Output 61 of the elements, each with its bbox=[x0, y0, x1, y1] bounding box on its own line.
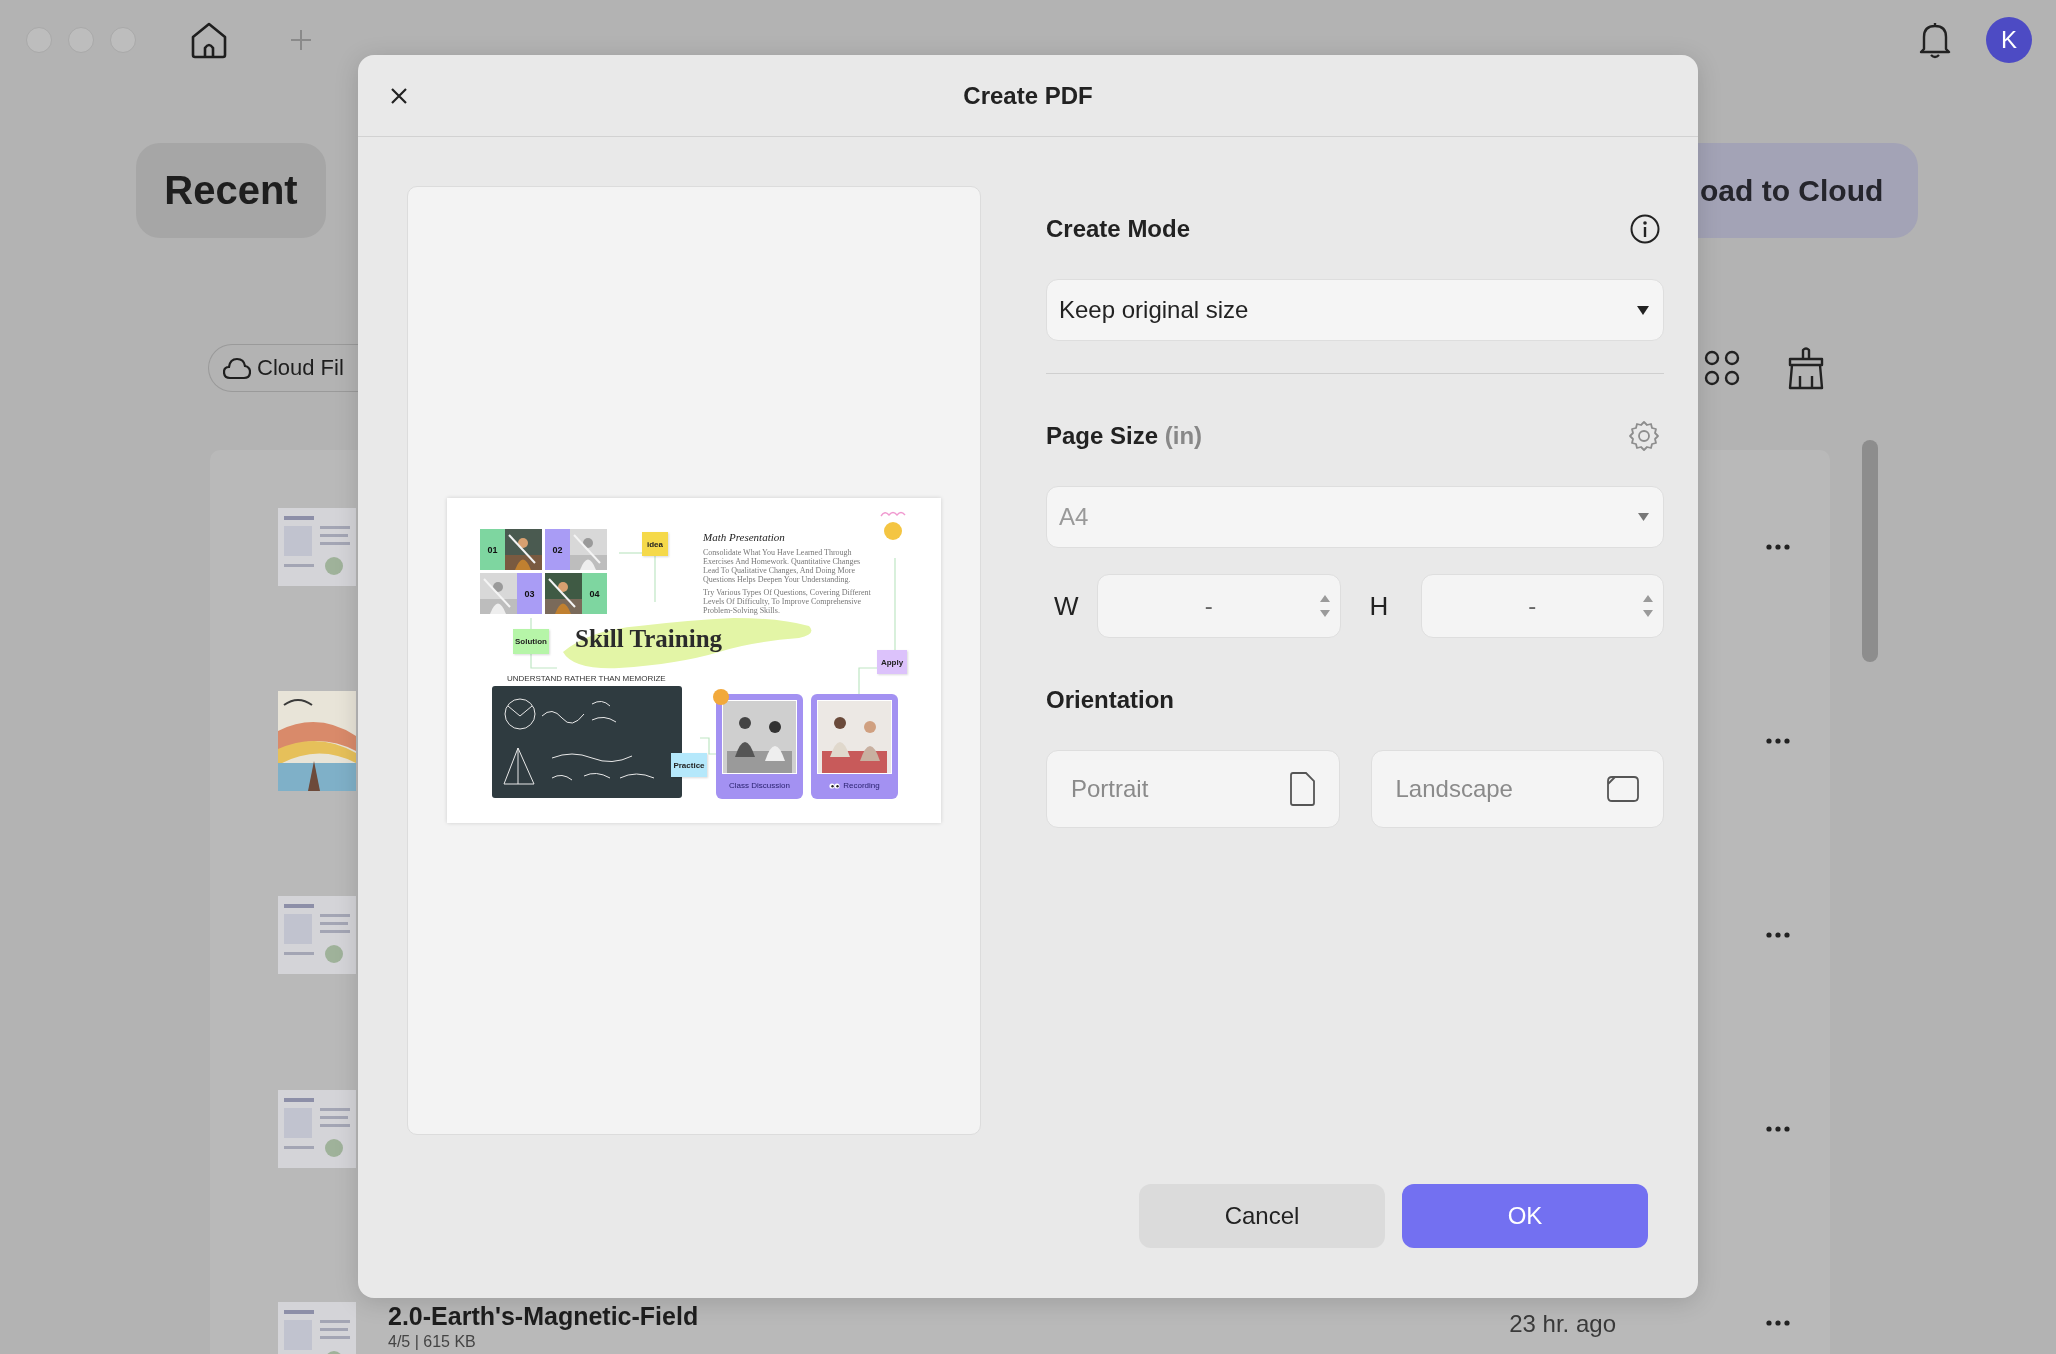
caret-icon bbox=[1637, 305, 1649, 315]
cloud-icon bbox=[223, 356, 251, 380]
slide-title: Math Presentation bbox=[703, 531, 785, 543]
landscape-page-icon bbox=[1607, 776, 1639, 802]
notification-bell-icon[interactable] bbox=[1918, 21, 1952, 59]
connector-line bbox=[699, 737, 717, 755]
more-icon[interactable] bbox=[1766, 544, 1790, 550]
more-icon[interactable] bbox=[1766, 932, 1790, 938]
slide-paragraph: Try Various Types Of Questions, Covering Different Levels Of Difficulty, To Improve Comprehensive Problem-Solving Skills. bbox=[703, 588, 872, 615]
orientation-option[interactable]: Landscape bbox=[1370, 750, 1664, 828]
create-mode-label: Create Mode bbox=[1046, 215, 1191, 243]
grid-view-icon[interactable] bbox=[1704, 350, 1740, 386]
connector-line bbox=[618, 552, 643, 554]
eyes-icon bbox=[829, 782, 841, 789]
scrollbar[interactable] bbox=[1862, 440, 1878, 662]
recent-tab[interactable]: Recent bbox=[136, 143, 326, 238]
sticky-note: Practice bbox=[671, 753, 707, 777]
card-caption: Class Discussion bbox=[729, 781, 790, 790]
create-mode-dropdown[interactable]: Keep original size bbox=[1046, 279, 1664, 341]
tile-number: 02 bbox=[545, 529, 570, 570]
stepper-icon[interactable] bbox=[1643, 594, 1653, 618]
sticker-icon bbox=[712, 688, 730, 706]
orientation-option[interactable]: Portrait bbox=[1046, 750, 1340, 828]
file-info: 4/5 | 615 KB bbox=[388, 1333, 477, 1351]
cancel-button[interactable]: Cancel bbox=[1139, 1184, 1385, 1248]
page-size-label: Page Size (in) bbox=[1046, 422, 1203, 450]
card-caption: Recording bbox=[843, 781, 880, 790]
sticky-note: Apply bbox=[877, 650, 907, 674]
height-field[interactable]: - bbox=[1420, 574, 1664, 638]
caret-icon bbox=[1638, 513, 1649, 521]
width-field[interactable]: - bbox=[1097, 574, 1341, 638]
portrait-page-icon bbox=[1288, 772, 1315, 806]
more-icon[interactable] bbox=[1766, 1320, 1790, 1326]
dialog-title: Create PDF bbox=[963, 81, 1093, 110]
close-icon[interactable] bbox=[390, 87, 408, 105]
connector-line bbox=[530, 617, 532, 630]
slide-subtitle: UNDERSTAND RATHER THAN MEMORIZE bbox=[507, 674, 666, 683]
connector-line bbox=[530, 653, 558, 669]
settings-icon[interactable] bbox=[1628, 420, 1660, 452]
tile-number: 04 bbox=[582, 573, 607, 614]
connector-line bbox=[654, 555, 656, 603]
info-icon[interactable] bbox=[1630, 214, 1660, 244]
file-time: 23 hr. ago bbox=[1509, 1310, 1616, 1338]
user-avatar[interactable]: K bbox=[1986, 17, 2032, 63]
width-label: W bbox=[1053, 590, 1080, 622]
slide-paragraph: Consolidate What You Have Learned Through Exercises And Homework. Quantitative Changes Lead To Qualitative Changes, And Doing More Questions Helps Deepen Your Understanding. bbox=[703, 548, 862, 584]
home-icon[interactable] bbox=[190, 21, 228, 59]
tile-number: 03 bbox=[517, 573, 542, 614]
more-icon[interactable] bbox=[1766, 738, 1790, 744]
orientation-label: Orientation bbox=[1046, 686, 1175, 714]
file-name: 2.0-Earth's-Magnetic-Field bbox=[388, 1302, 699, 1331]
slide-headline: Skill Training bbox=[575, 625, 723, 653]
sticky-note: Solution bbox=[513, 629, 549, 654]
tile-number: 01 bbox=[480, 529, 505, 570]
stepper-icon[interactable] bbox=[1319, 594, 1330, 618]
more-icon[interactable] bbox=[1766, 1126, 1790, 1132]
broom-icon[interactable] bbox=[1786, 346, 1826, 390]
upload-to-cloud-button[interactable]: oad to Cloud bbox=[1696, 143, 1918, 238]
ok-button[interactable]: OK bbox=[1402, 1184, 1648, 1248]
sticky-note: idea bbox=[642, 532, 668, 556]
height-label: H bbox=[1368, 590, 1390, 622]
